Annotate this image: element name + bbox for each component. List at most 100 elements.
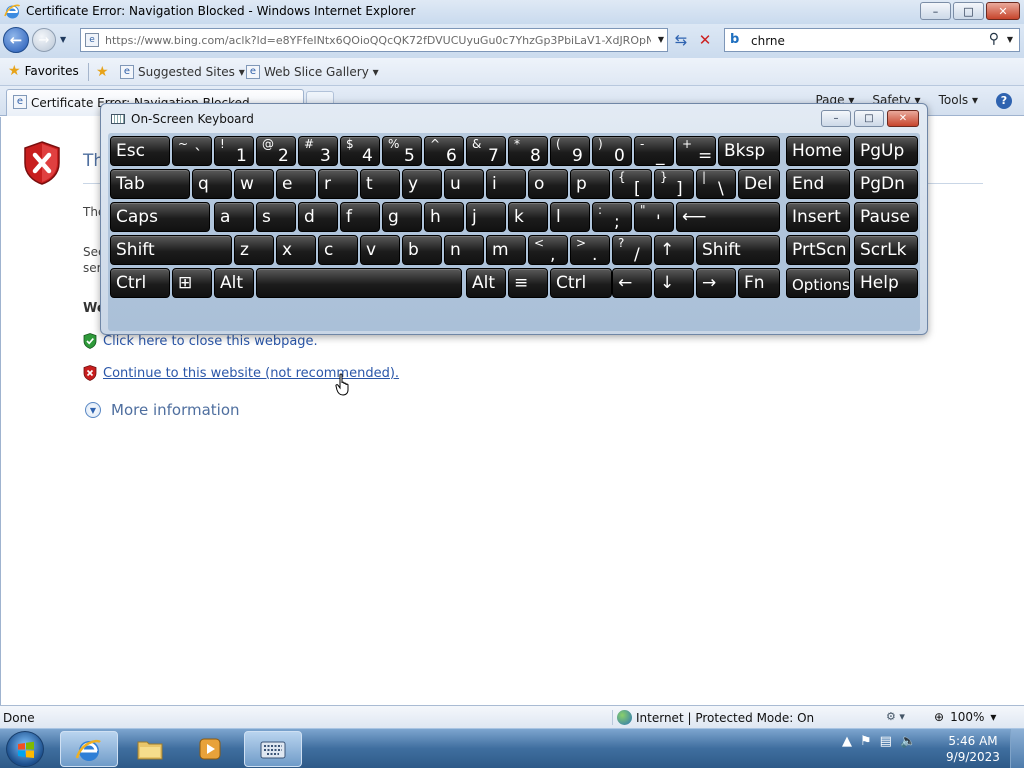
key-j[interactable]: j bbox=[466, 202, 506, 232]
osk-close-button[interactable]: ✕ bbox=[887, 110, 919, 127]
forward-button[interactable]: → bbox=[32, 28, 56, 52]
key-h[interactable]: h bbox=[424, 202, 464, 232]
favorites-link-suggested-sites[interactable]: e Suggested Sites ▾ bbox=[120, 65, 245, 79]
key-n[interactable]: n bbox=[444, 235, 484, 265]
continue-to-website-link[interactable]: Continue to this website (not recommende… bbox=[103, 366, 399, 381]
key-symbol-2-10[interactable]: :; bbox=[592, 202, 632, 232]
key-caps[interactable]: Caps bbox=[110, 202, 210, 232]
key-help[interactable]: Help bbox=[854, 268, 918, 298]
history-dropdown-icon[interactable]: ▼ bbox=[60, 35, 66, 44]
key-home[interactable]: Home bbox=[786, 136, 850, 166]
back-button[interactable]: ← bbox=[3, 27, 29, 53]
key-shift[interactable]: Shift bbox=[110, 235, 232, 265]
key-symbol-1-13[interactable]: | \ bbox=[696, 169, 736, 199]
favorites-button[interactable]: ★ Favorites bbox=[8, 64, 79, 78]
taskbar-windows-explorer[interactable] bbox=[122, 731, 180, 767]
key-2[interactable]: @2 bbox=[256, 136, 296, 166]
key-a[interactable]: a bbox=[214, 202, 254, 232]
key-q[interactable]: q bbox=[192, 169, 232, 199]
address-dropdown-icon[interactable]: ▼ bbox=[658, 35, 664, 44]
key-symbol-4-1[interactable]: ⊞ bbox=[172, 268, 212, 298]
refresh-button[interactable]: ⇆ bbox=[670, 29, 692, 51]
key-symbol-1-12[interactable]: }] bbox=[654, 169, 694, 199]
key-scrlk[interactable]: ScrLk bbox=[854, 235, 918, 265]
key-ctrl[interactable]: Ctrl bbox=[110, 268, 170, 298]
key-g[interactable]: g bbox=[382, 202, 422, 232]
key-symbol-2-11[interactable]: " ' bbox=[634, 202, 674, 232]
security-zone[interactable]: Internet | Protected Mode: On bbox=[612, 710, 814, 725]
key-options[interactable]: Options bbox=[786, 268, 850, 298]
more-information-toggle[interactable]: ▼ More information bbox=[85, 401, 240, 419]
key-alt[interactable]: Alt bbox=[214, 268, 254, 298]
start-button[interactable] bbox=[6, 731, 44, 767]
key-pgup[interactable]: PgUp bbox=[854, 136, 918, 166]
key-symbol-3-11[interactable]: ↑ bbox=[654, 235, 694, 265]
tools-menu[interactable]: Tools ▾ bbox=[939, 93, 978, 109]
key-symbol-4-9[interactable]: → bbox=[696, 268, 736, 298]
key-symbol-4-7[interactable]: ← bbox=[612, 268, 652, 298]
key-e[interactable]: e bbox=[276, 169, 316, 199]
key-4[interactable]: $4 bbox=[340, 136, 380, 166]
key-pgdn[interactable]: PgDn bbox=[854, 169, 918, 199]
key-symbol-0-13[interactable]: + = bbox=[676, 136, 716, 166]
key-t[interactable]: t bbox=[360, 169, 400, 199]
help-icon[interactable]: ? bbox=[996, 93, 1012, 109]
key-9[interactable]: (9 bbox=[550, 136, 590, 166]
taskbar-internet-explorer[interactable] bbox=[60, 731, 118, 767]
volume-muted-icon[interactable]: 🔈 bbox=[900, 734, 916, 749]
close-webpage-link[interactable]: Click here to close this webpage. bbox=[103, 334, 318, 349]
key-bksp[interactable]: Bksp bbox=[718, 136, 780, 166]
key-ctrl[interactable]: Ctrl bbox=[550, 268, 612, 298]
show-hidden-icons-icon[interactable]: ▲ bbox=[842, 734, 852, 749]
zoom-dropdown-icon[interactable]: ▾ bbox=[990, 710, 996, 724]
key-u[interactable]: u bbox=[444, 169, 484, 199]
key-i[interactable]: i bbox=[486, 169, 526, 199]
key-symbol-0-12[interactable]: - _ bbox=[634, 136, 674, 166]
key-symbol-1-11[interactable]: {[ bbox=[612, 169, 652, 199]
key-z[interactable]: z bbox=[234, 235, 274, 265]
url-text[interactable]: https://www.bing.com/aclk?ld=e8YFfeINtx6… bbox=[105, 34, 651, 47]
key-symbol-2-12[interactable]: ⟵ bbox=[676, 202, 780, 232]
key-tab[interactable]: Tab bbox=[110, 169, 190, 199]
key-s[interactable]: s bbox=[256, 202, 296, 232]
restore-button[interactable]: □ bbox=[953, 2, 984, 20]
key-1[interactable]: ! 1 bbox=[214, 136, 254, 166]
show-desktop-button[interactable] bbox=[1010, 729, 1024, 768]
clock[interactable]: 5:46 AM 9/9/2023 bbox=[940, 733, 1006, 765]
search-input[interactable]: chrne bbox=[751, 34, 785, 48]
stop-button[interactable]: ✕ bbox=[694, 29, 716, 51]
key-symbol-4-5[interactable]: ≡ bbox=[508, 268, 548, 298]
key-fn[interactable]: Fn bbox=[738, 268, 780, 298]
protected-mode-tools-icon[interactable]: ⚙ ▾ bbox=[886, 710, 905, 723]
network-icon[interactable]: ▤ bbox=[880, 734, 892, 749]
key-del[interactable]: Del bbox=[738, 169, 780, 199]
address-bar[interactable]: e https://www.bing.com/aclk?ld=e8YFfeINt… bbox=[80, 28, 668, 52]
key-prtscn[interactable]: PrtScn bbox=[786, 235, 850, 265]
add-to-favorites-bar-icon[interactable]: ★ bbox=[96, 64, 109, 80]
key-y[interactable]: y bbox=[402, 169, 442, 199]
key-k[interactable]: k bbox=[508, 202, 548, 232]
minimize-button[interactable]: – bbox=[920, 2, 951, 20]
key-space[interactable] bbox=[256, 268, 462, 298]
favorites-link-web-slice-gallery[interactable]: e Web Slice Gallery ▾ bbox=[246, 65, 379, 79]
key-insert[interactable]: Insert bbox=[786, 202, 850, 232]
key-esc[interactable]: Esc bbox=[110, 136, 170, 166]
key-d[interactable]: d bbox=[298, 202, 338, 232]
key-m[interactable]: m bbox=[486, 235, 526, 265]
key-symbol-3-10[interactable]: ? / bbox=[612, 235, 652, 265]
key-3[interactable]: #3 bbox=[298, 136, 338, 166]
key-0[interactable]: ) 0 bbox=[592, 136, 632, 166]
taskbar-on-screen-keyboard[interactable] bbox=[244, 731, 302, 767]
key-pause[interactable]: Pause bbox=[854, 202, 918, 232]
key-symbol-3-9[interactable]: >. bbox=[570, 235, 610, 265]
taskbar-media-player[interactable] bbox=[182, 731, 240, 767]
key-o[interactable]: o bbox=[528, 169, 568, 199]
zoom-control[interactable]: ⊕ 100% ▾ bbox=[934, 710, 996, 724]
key-x[interactable]: x bbox=[276, 235, 316, 265]
key-w[interactable]: w bbox=[234, 169, 274, 199]
close-button[interactable]: ✕ bbox=[986, 2, 1020, 20]
key-6[interactable]: ^ 6 bbox=[424, 136, 464, 166]
key-symbol-4-8[interactable]: ↓ bbox=[654, 268, 694, 298]
close-webpage-option[interactable]: Click here to close this webpage. bbox=[83, 333, 318, 349]
key-b[interactable]: b bbox=[402, 235, 442, 265]
